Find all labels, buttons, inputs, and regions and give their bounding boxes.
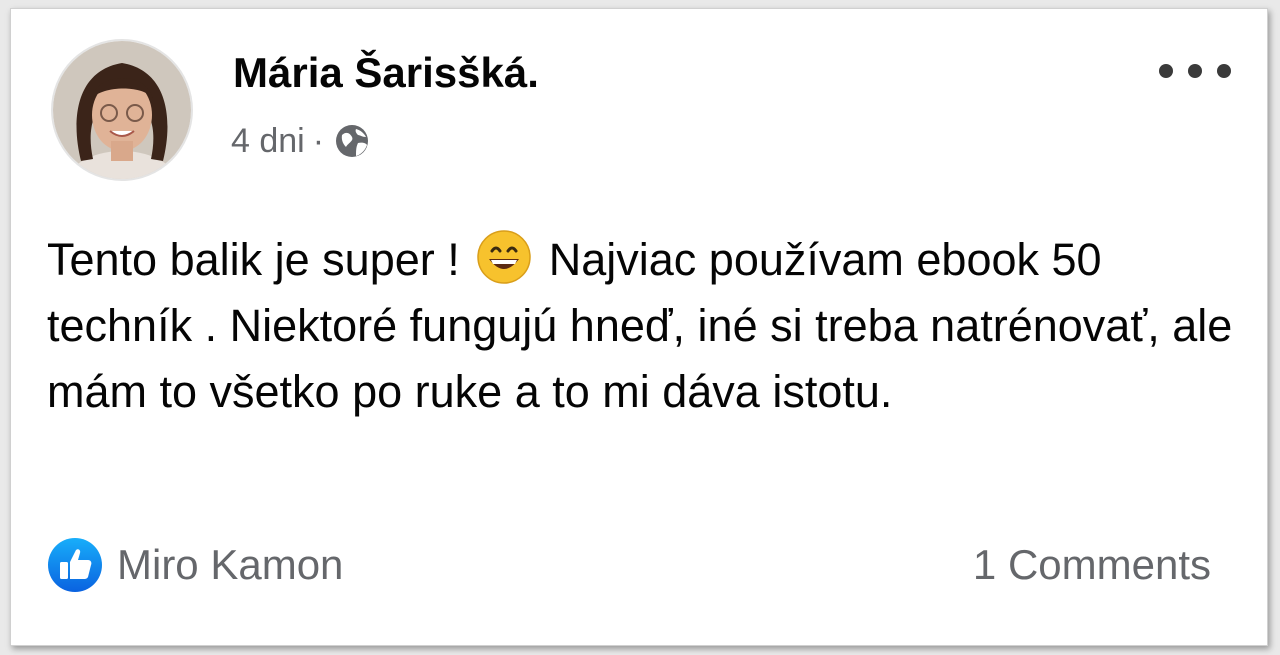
- post-text-part1: Tento balik je super !: [47, 234, 473, 285]
- more-dot: [1159, 64, 1173, 78]
- avatar[interactable]: [51, 39, 193, 181]
- reactions-summary[interactable]: Miro Kamon: [47, 537, 343, 593]
- post-text: Tento balik je super ! Najviac používam …: [47, 227, 1237, 425]
- globe-icon: [336, 125, 369, 157]
- comments-count-link[interactable]: 1 Comments: [973, 541, 1211, 589]
- author-name[interactable]: Mária Šarisšká.: [233, 49, 539, 97]
- liked-by-name: Miro Kamon: [117, 541, 344, 588]
- avatar-photo: [53, 41, 191, 179]
- post-time[interactable]: 4 dni: [231, 122, 305, 161]
- grinning-face-icon: [477, 230, 531, 284]
- more-dot: [1188, 64, 1202, 78]
- post-meta: 4 dni ·: [231, 121, 372, 161]
- meta-separator: ·: [312, 121, 325, 160]
- more-dot: [1217, 64, 1231, 78]
- more-options-button[interactable]: [1159, 51, 1231, 91]
- thumbs-up-icon: [48, 538, 102, 592]
- post-card: Mária Šarisšká. 4 dni · Tento balik je s…: [10, 8, 1268, 646]
